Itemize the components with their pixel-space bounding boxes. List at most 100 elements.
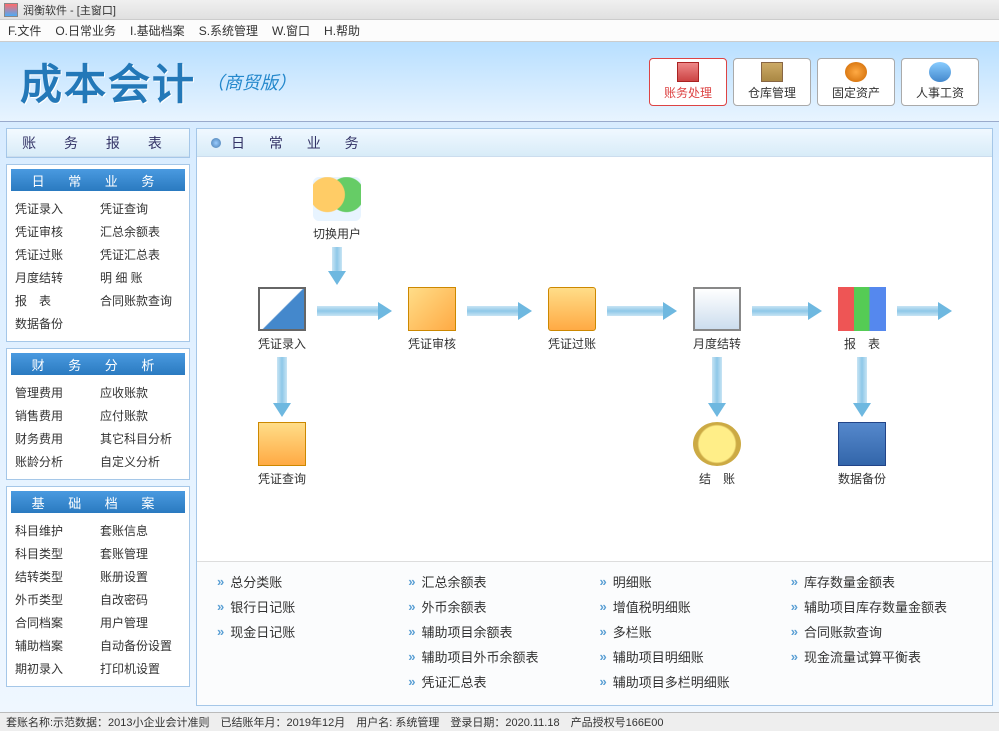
sidebar-link[interactable]: 数据备份	[13, 312, 183, 335]
arrow-icon	[607, 302, 677, 320]
gear-icon	[845, 62, 867, 82]
node-month-end[interactable]: 月度结转	[682, 287, 752, 352]
arrow-icon	[467, 302, 532, 320]
box-icon	[761, 62, 783, 82]
node-audit[interactable]: 凭证审核	[397, 287, 467, 352]
sidebar-link[interactable]: 其它科目分析	[98, 427, 183, 450]
status-bar: 套账名称:示范数据：2013小企业会计准则 已结账年月：2019年12月 用户名…	[0, 712, 999, 731]
app-sublogo: （商贸版）	[206, 69, 296, 95]
banner-toolbar: 账务处理 仓库管理 固定资产 人事工资	[649, 58, 979, 106]
node-backup[interactable]: 数据备份	[827, 422, 897, 487]
node-query[interactable]: 凭证查询	[247, 422, 317, 487]
sidebar-link[interactable]: 用户管理	[98, 611, 183, 634]
report-link[interactable]: 合同账款查询	[791, 622, 972, 641]
report-link[interactable]: 明细账	[600, 572, 781, 591]
sidebar-link[interactable]: 月度结转	[13, 266, 98, 289]
sidebar-section-head: 日 常 业 务	[11, 169, 185, 191]
sidebar-link[interactable]: 销售费用	[13, 404, 98, 427]
report-link[interactable]: 总分类账	[217, 572, 398, 591]
menu-window[interactable]: W.窗口	[272, 22, 310, 39]
folder-icon	[548, 287, 596, 331]
check-icon	[408, 287, 456, 331]
report-link[interactable]: 辅助项目明细账	[600, 647, 781, 666]
sidebar-link[interactable]: 辅助档案	[13, 634, 98, 657]
sidebar: 账 务 报 表 日 常 业 务凭证录入凭证查询凭证审核汇总余额表凭证过账凭证汇总…	[0, 122, 196, 712]
report-link[interactable]: 凭证汇总表	[408, 672, 589, 691]
node-settle[interactable]: 结 账	[682, 422, 752, 487]
sidebar-link[interactable]: 凭证审核	[13, 220, 98, 243]
bullet-icon	[211, 138, 221, 148]
sidebar-link[interactable]: 自定义分析	[98, 450, 183, 473]
chart-icon	[838, 287, 886, 331]
sidebar-link[interactable]: 凭证录入	[13, 197, 98, 220]
sidebar-link[interactable]: 账册设置	[98, 565, 183, 588]
sidebar-link[interactable]: 管理费用	[13, 381, 98, 404]
sidebar-link[interactable]: 打印机设置	[98, 657, 183, 680]
report-link[interactable]: 外币余额表	[408, 597, 589, 616]
sidebar-link[interactable]: 明 细 账	[98, 266, 183, 289]
arrow-icon	[752, 302, 822, 320]
node-entry[interactable]: 凭证录入	[247, 287, 317, 352]
tab-accounting[interactable]: 账务处理	[649, 58, 727, 106]
sidebar-link[interactable]: 科目维护	[13, 519, 98, 542]
menu-file[interactable]: F.文件	[8, 22, 41, 39]
tab-warehouse[interactable]: 仓库管理	[733, 58, 811, 106]
report-link[interactable]: 辅助项目外币余额表	[408, 647, 589, 666]
report-link[interactable]: 辅助项目库存数量金额表	[791, 597, 972, 616]
sidebar-link[interactable]: 科目类型	[13, 542, 98, 565]
sidebar-link[interactable]: 凭证查询	[98, 197, 183, 220]
menu-archive[interactable]: I.基础档案	[130, 22, 185, 39]
node-switch-user[interactable]: 切换用户	[302, 177, 372, 242]
report-link[interactable]: 增值税明细账	[600, 597, 781, 616]
sidebar-section-head: 财 务 分 析	[11, 353, 185, 375]
node-post[interactable]: 凭证过账	[537, 287, 607, 352]
sidebar-link[interactable]: 合同档案	[13, 611, 98, 634]
sidebar-link[interactable]: 套账管理	[98, 542, 183, 565]
sidebar-link[interactable]: 自动备份设置	[98, 634, 183, 657]
sidebar-link[interactable]: 应付账款	[98, 404, 183, 427]
sidebar-link[interactable]: 应收账款	[98, 381, 183, 404]
report-link[interactable]: 现金日记账	[217, 622, 398, 641]
calendar-icon	[693, 287, 741, 331]
book-icon	[677, 62, 699, 82]
people-icon	[929, 62, 951, 82]
menubar: F.文件 O.日常业务 I.基础档案 S.系统管理 W.窗口 H.帮助	[0, 20, 999, 42]
report-link[interactable]: 多栏账	[600, 622, 781, 641]
sidebar-section-head: 基 础 档 案	[11, 491, 185, 513]
app-icon	[4, 3, 18, 17]
sidebar-link[interactable]: 期初录入	[13, 657, 98, 680]
menu-help[interactable]: H.帮助	[324, 22, 360, 39]
node-report[interactable]: 报 表	[827, 287, 897, 352]
menu-daily[interactable]: O.日常业务	[55, 22, 116, 39]
doc-icon	[258, 287, 306, 331]
workflow-diagram: 切换用户 凭证录入 凭证审核 凭证过账 月度结转 报 表 凭证查询 结 账 数据…	[197, 157, 992, 561]
sidebar-link[interactable]: 账龄分析	[13, 450, 98, 473]
report-link[interactable]: 库存数量金额表	[791, 572, 972, 591]
report-link[interactable]: 辅助项目多栏明细账	[600, 672, 781, 691]
sidebar-link[interactable]: 汇总余额表	[98, 220, 183, 243]
sidebar-link[interactable]: 外币类型	[13, 588, 98, 611]
report-link[interactable]: 现金流量试算平衡表	[791, 647, 972, 666]
arrow-icon	[273, 357, 291, 417]
sidebar-link[interactable]: 合同账款查询	[98, 289, 183, 312]
menu-system[interactable]: S.系统管理	[199, 22, 258, 39]
users-icon	[313, 177, 361, 221]
sidebar-link[interactable]: 结转类型	[13, 565, 98, 588]
report-link[interactable]: 辅助项目余额表	[408, 622, 589, 641]
report-links: 总分类账汇总余额表明细账库存数量金额表银行日记账外币余额表增值税明细账辅助项目库…	[197, 561, 992, 705]
sidebar-link[interactable]: 凭证过账	[13, 243, 98, 266]
app-logo: 成本会计	[20, 51, 196, 112]
titlebar: 润衡软件 - [主窗口]	[0, 0, 999, 20]
sidebar-link[interactable]: 凭证汇总表	[98, 243, 183, 266]
coin-icon	[693, 422, 741, 466]
sidebar-link[interactable]: 自改密码	[98, 588, 183, 611]
report-link[interactable]: 汇总余额表	[408, 572, 589, 591]
report-link[interactable]: 银行日记账	[217, 597, 398, 616]
tab-hr[interactable]: 人事工资	[901, 58, 979, 106]
sidebar-link[interactable]: 财务费用	[13, 427, 98, 450]
sidebar-link[interactable]: 套账信息	[98, 519, 183, 542]
sidebar-link[interactable]: 报 表	[13, 289, 98, 312]
main-area: 日 常 业 务 切换用户 凭证录入 凭证审核 凭证过账 月度结转 报 表 凭证查…	[196, 122, 999, 712]
tab-assets[interactable]: 固定资产	[817, 58, 895, 106]
arrow-icon	[328, 247, 346, 285]
